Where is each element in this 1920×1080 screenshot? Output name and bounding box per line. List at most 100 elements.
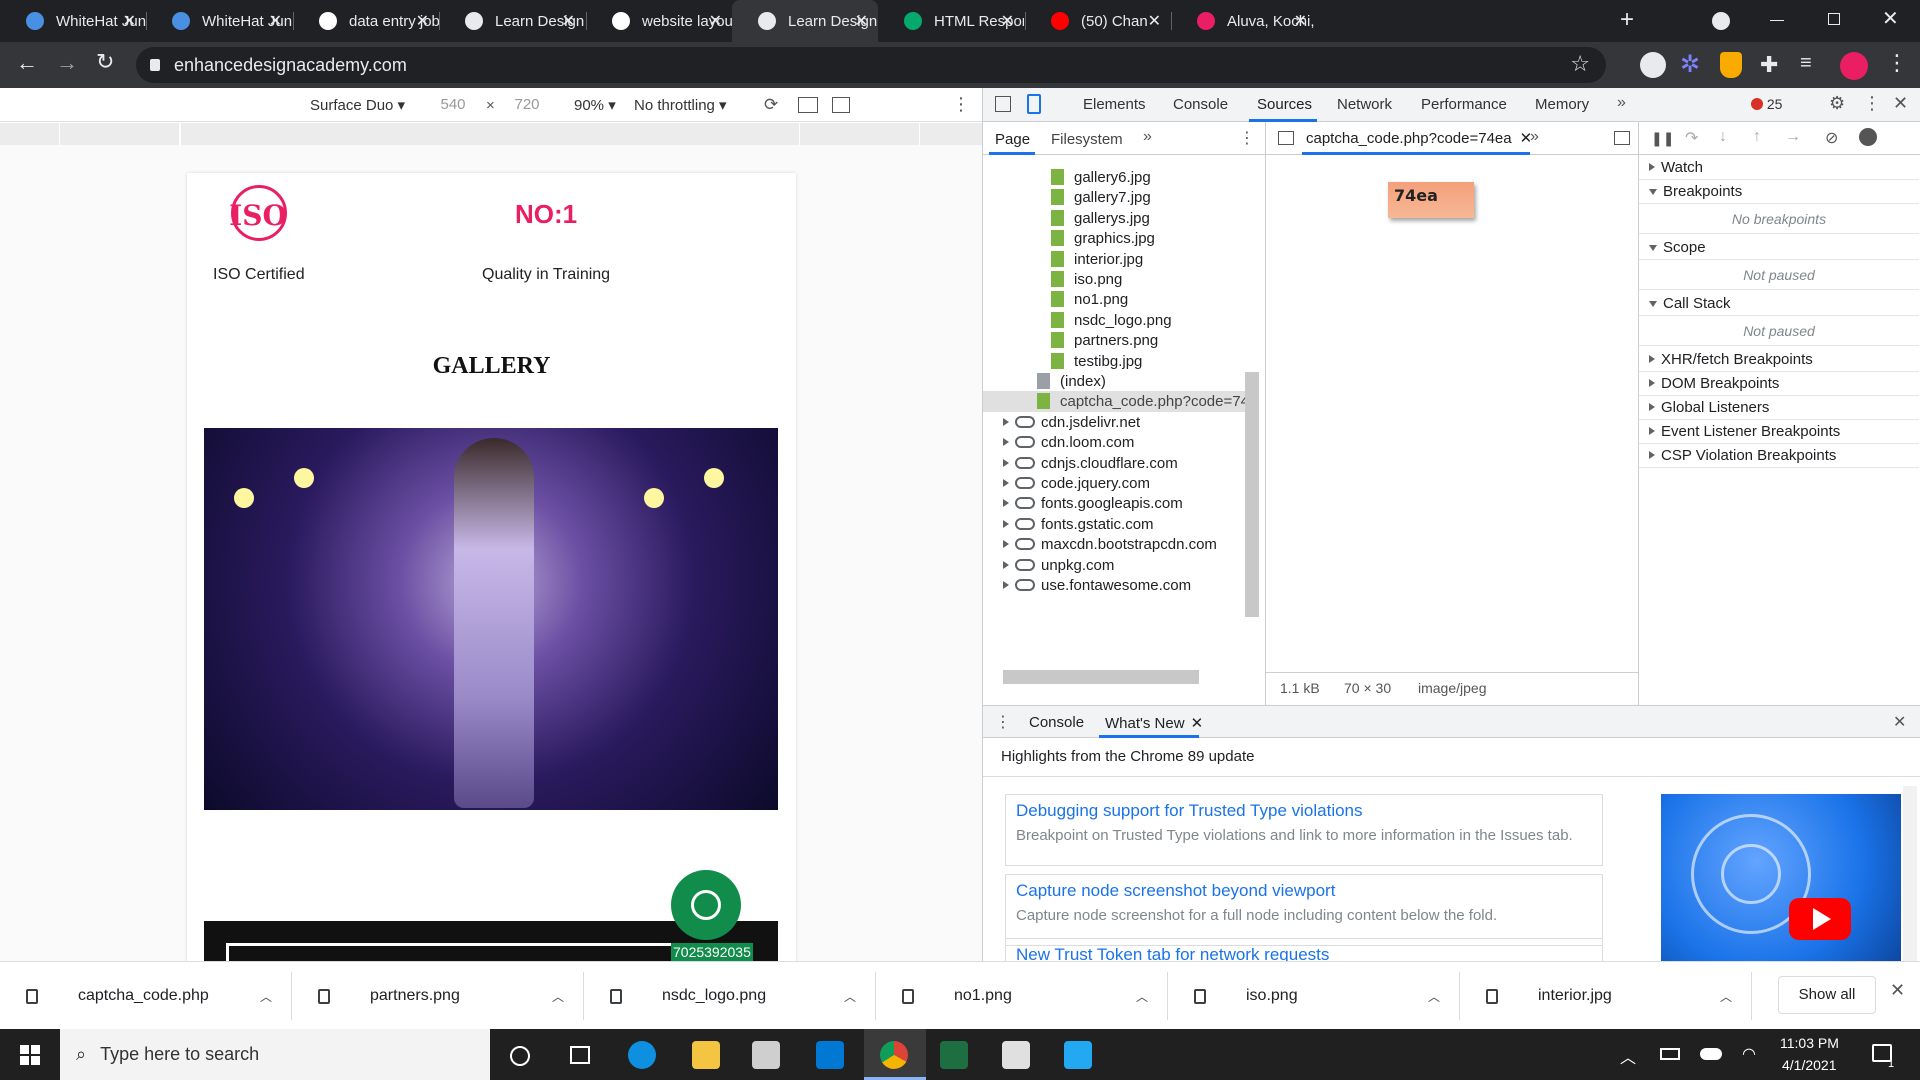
file-tree-item[interactable]: no1.png bbox=[1051, 291, 1128, 308]
editor-tab[interactable]: captcha_code.php?code=74ea ✕ bbox=[1306, 129, 1532, 147]
gallery-image[interactable] bbox=[204, 428, 778, 810]
device-toggle-icon[interactable] bbox=[1027, 94, 1041, 114]
expand-arrow-icon[interactable] bbox=[1003, 520, 1009, 528]
close-devtools-icon[interactable]: ✕ bbox=[1893, 93, 1908, 114]
close-tab-icon[interactable]: ✕ bbox=[416, 11, 429, 31]
close-tab-icon[interactable]: ✕ bbox=[1148, 11, 1161, 31]
step-over-icon[interactable]: ↷ bbox=[1685, 128, 1698, 148]
back-icon[interactable]: ← bbox=[16, 50, 38, 76]
drawer-menu-icon[interactable]: ⋮ bbox=[995, 712, 1011, 732]
device-height-input[interactable]: 720 bbox=[500, 96, 554, 113]
file-tree-item-selected[interactable]: captcha_code.php?code=74 bbox=[1037, 393, 1247, 410]
drawer-tab-whats-new[interactable]: What's New ✕ bbox=[1105, 714, 1203, 732]
file-tree-item[interactable]: testibg.jpg bbox=[1051, 353, 1142, 370]
store-icon[interactable] bbox=[752, 1041, 780, 1069]
scope-section[interactable]: Scope bbox=[1639, 236, 1919, 260]
devtools-menu-icon[interactable]: ⋮ bbox=[1863, 93, 1881, 114]
more-tabs-icon[interactable]: » bbox=[1617, 94, 1626, 112]
xhr-breakpoints-section[interactable]: XHR/fetch Breakpoints bbox=[1639, 348, 1919, 372]
cortana-icon[interactable] bbox=[510, 1046, 530, 1066]
whatsapp-number[interactable]: 7025392035 bbox=[671, 943, 753, 961]
pause-on-exceptions-icon[interactable] bbox=[1859, 128, 1877, 146]
expand-arrow-icon[interactable] bbox=[1649, 379, 1655, 387]
close-download-bar-icon[interactable]: ✕ bbox=[1890, 980, 1905, 1001]
browser-tab[interactable]: WhiteHat Juni ✕ bbox=[0, 0, 146, 42]
domain-tree-item[interactable]: code.jquery.com bbox=[1003, 475, 1150, 492]
chevron-up-icon[interactable]: ︿ bbox=[1428, 988, 1440, 1005]
expand-arrow-icon[interactable] bbox=[1649, 163, 1655, 171]
video-thumbnail[interactable] bbox=[1661, 794, 1901, 962]
file-tree-item[interactable]: iso.png bbox=[1051, 271, 1122, 288]
chevron-up-icon[interactable]: ︿ bbox=[260, 988, 272, 1005]
file-tree-item[interactable]: (index) bbox=[1037, 373, 1106, 390]
expand-arrow-icon[interactable] bbox=[1003, 479, 1009, 487]
domain-tree-item[interactable]: cdn.jsdelivr.net bbox=[1003, 414, 1140, 431]
domain-tree-item[interactable]: fonts.googleapis.com bbox=[1003, 495, 1183, 512]
browser-tab[interactable]: Aluva, Kochi, K✕ bbox=[1171, 0, 1317, 42]
domain-tree-item[interactable]: cdn.loom.com bbox=[1003, 434, 1134, 451]
domain-tree-item[interactable]: cdnjs.cloudflare.com bbox=[1003, 455, 1178, 472]
devtools-tab-elements[interactable]: Elements bbox=[1083, 96, 1146, 113]
extension-icon[interactable]: ✲ bbox=[1680, 52, 1706, 78]
show-all-downloads-button[interactable]: Show all bbox=[1778, 976, 1876, 1014]
download-item[interactable]: no1.png ︿ bbox=[876, 962, 1168, 1030]
media-control-icon[interactable]: ≡ bbox=[1800, 52, 1812, 75]
wifi-icon[interactable]: ◠ bbox=[1742, 1044, 1756, 1064]
vscode-icon[interactable] bbox=[1064, 1041, 1092, 1069]
expand-arrow-icon[interactable] bbox=[1649, 245, 1657, 251]
download-item[interactable]: captcha_code.php ︿ bbox=[0, 962, 292, 1030]
taskbar-search[interactable]: ⌕ Type here to search bbox=[60, 1029, 490, 1080]
step-into-icon[interactable]: ↓ bbox=[1719, 128, 1727, 146]
expand-arrow-icon[interactable] bbox=[1649, 355, 1655, 363]
settings-gear-icon[interactable]: ⚙ bbox=[1829, 93, 1845, 114]
profile-menu-icon[interactable] bbox=[1712, 12, 1730, 30]
step-out-icon[interactable]: ↑ bbox=[1753, 128, 1761, 146]
show-hidden-icons-icon[interactable]: ︿ bbox=[1620, 1044, 1636, 1068]
whats-new-item-title[interactable]: Debugging support for Trusted Type viola… bbox=[1016, 801, 1363, 821]
inspect-element-icon[interactable] bbox=[995, 96, 1011, 112]
reload-icon[interactable]: ↻ bbox=[96, 49, 114, 75]
chrome-icon[interactable] bbox=[880, 1041, 908, 1069]
clock-date[interactable]: 4/1/2021 bbox=[1782, 1057, 1837, 1073]
device-select[interactable]: Surface Duo ▾ bbox=[310, 96, 405, 114]
device-more-icon[interactable]: ⋮ bbox=[952, 94, 970, 115]
expand-arrow-icon[interactable] bbox=[1003, 438, 1009, 446]
bookmark-star-icon[interactable]: ☆ bbox=[1570, 51, 1590, 77]
devtools-tab-network[interactable]: Network bbox=[1337, 96, 1392, 113]
devtools-tab-sources[interactable]: Sources bbox=[1257, 96, 1312, 113]
toggle-debugger-icon[interactable] bbox=[1614, 131, 1630, 145]
expand-arrow-icon[interactable] bbox=[1649, 451, 1655, 459]
navigator-menu-icon[interactable]: ⋮ bbox=[1239, 128, 1255, 148]
expand-arrow-icon[interactable] bbox=[1649, 403, 1655, 411]
navigator-tab-page[interactable]: Page bbox=[995, 131, 1030, 148]
kebab-menu-icon[interactable]: ⋮ bbox=[1886, 50, 1908, 76]
expand-arrow-icon[interactable] bbox=[1649, 301, 1657, 307]
forward-icon[interactable]: → bbox=[56, 50, 78, 76]
deactivate-breakpoints-icon[interactable]: ⊘ bbox=[1825, 128, 1838, 148]
clock-time[interactable]: 11:03 PM bbox=[1780, 1035, 1839, 1051]
expand-arrow-icon[interactable] bbox=[1003, 499, 1009, 507]
whatsapp-button[interactable] bbox=[671, 870, 741, 940]
close-tab-icon[interactable]: ✕ bbox=[1294, 11, 1307, 31]
device-width-input[interactable]: 540 bbox=[426, 96, 480, 113]
domain-tree-item[interactable]: fonts.gstatic.com bbox=[1003, 516, 1154, 533]
file-tree-item[interactable]: gallerys.jpg bbox=[1051, 210, 1150, 227]
close-tab-icon[interactable]: ✕ bbox=[269, 11, 282, 31]
devtools-tab-memory[interactable]: Memory bbox=[1535, 96, 1589, 113]
breakpoints-section[interactable]: Breakpoints bbox=[1639, 180, 1919, 204]
close-tab-icon[interactable]: ✕ bbox=[709, 11, 722, 31]
browser-tab[interactable]: WhiteHat Juni ✕ bbox=[146, 0, 292, 42]
close-tab-icon[interactable]: ✕ bbox=[123, 11, 136, 31]
expand-arrow-icon[interactable] bbox=[1003, 581, 1009, 589]
dom-breakpoints-section[interactable]: DOM Breakpoints bbox=[1639, 372, 1919, 396]
browser-tab[interactable]: data entry job ✕ bbox=[293, 0, 439, 42]
navigator-scrollbar[interactable] bbox=[1245, 372, 1259, 617]
file-tree-item[interactable]: partners.png bbox=[1051, 332, 1158, 349]
expand-arrow-icon[interactable] bbox=[1003, 561, 1009, 569]
navigator-more-icon[interactable]: » bbox=[1143, 128, 1152, 146]
file-explorer-icon[interactable] bbox=[692, 1041, 720, 1069]
mail-icon[interactable] bbox=[816, 1041, 844, 1069]
excel-icon[interactable] bbox=[940, 1041, 968, 1069]
watch-section[interactable]: Watch bbox=[1639, 156, 1919, 180]
whats-new-item[interactable]: Debugging support for Trusted Type viola… bbox=[1005, 794, 1603, 866]
